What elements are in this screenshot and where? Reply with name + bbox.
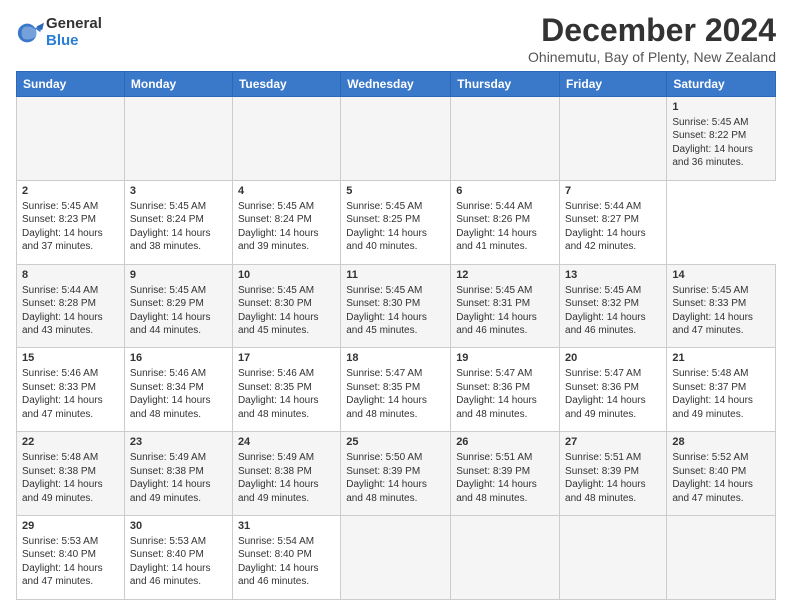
table-row xyxy=(341,516,451,600)
empty-cell xyxy=(451,97,560,181)
table-row xyxy=(451,516,560,600)
table-row: 8Sunrise: 5:44 AMSunset: 8:28 PMDaylight… xyxy=(17,264,125,348)
table-row: 22Sunrise: 5:48 AMSunset: 8:38 PMDayligh… xyxy=(17,432,125,516)
col-friday: Friday xyxy=(560,72,667,97)
header: General Blue December 2024 Ohinemutu, Ba… xyxy=(16,12,776,65)
page: General Blue December 2024 Ohinemutu, Ba… xyxy=(0,0,792,612)
empty-cell xyxy=(232,97,340,181)
subtitle: Ohinemutu, Bay of Plenty, New Zealand xyxy=(528,49,776,65)
table-row: 24Sunrise: 5:49 AMSunset: 8:38 PMDayligh… xyxy=(232,432,340,516)
table-row: 3Sunrise: 5:45 AMSunset: 8:24 PMDaylight… xyxy=(124,180,232,264)
table-row: 6Sunrise: 5:44 AMSunset: 8:26 PMDaylight… xyxy=(451,180,560,264)
table-row: 4Sunrise: 5:45 AMSunset: 8:24 PMDaylight… xyxy=(232,180,340,264)
table-row: 25Sunrise: 5:50 AMSunset: 8:39 PMDayligh… xyxy=(341,432,451,516)
table-row: 9Sunrise: 5:45 AMSunset: 8:29 PMDaylight… xyxy=(124,264,232,348)
table-row: 12Sunrise: 5:45 AMSunset: 8:31 PMDayligh… xyxy=(451,264,560,348)
table-row xyxy=(560,516,667,600)
table-row: 17Sunrise: 5:46 AMSunset: 8:35 PMDayligh… xyxy=(232,348,340,432)
col-wednesday: Wednesday xyxy=(341,72,451,97)
table-row: 10Sunrise: 5:45 AMSunset: 8:30 PMDayligh… xyxy=(232,264,340,348)
calendar-week-2: 2Sunrise: 5:45 AMSunset: 8:23 PMDaylight… xyxy=(17,180,776,264)
calendar-header-row: Sunday Monday Tuesday Wednesday Thursday… xyxy=(17,72,776,97)
table-row xyxy=(667,516,776,600)
table-row: 20Sunrise: 5:47 AMSunset: 8:36 PMDayligh… xyxy=(560,348,667,432)
calendar-week-1: 1Sunrise: 5:45 AMSunset: 8:22 PMDaylight… xyxy=(17,97,776,181)
table-row: 13Sunrise: 5:45 AMSunset: 8:32 PMDayligh… xyxy=(560,264,667,348)
table-row: 5Sunrise: 5:45 AMSunset: 8:25 PMDaylight… xyxy=(341,180,451,264)
logo-text: General Blue xyxy=(46,16,102,49)
calendar-week-3: 8Sunrise: 5:44 AMSunset: 8:28 PMDaylight… xyxy=(17,264,776,348)
col-monday: Monday xyxy=(124,72,232,97)
empty-cell xyxy=(341,97,451,181)
table-row: 7Sunrise: 5:44 AMSunset: 8:27 PMDaylight… xyxy=(560,180,667,264)
table-row: 31Sunrise: 5:54 AMSunset: 8:40 PMDayligh… xyxy=(232,516,340,600)
table-row: 18Sunrise: 5:47 AMSunset: 8:35 PMDayligh… xyxy=(341,348,451,432)
table-row: 27Sunrise: 5:51 AMSunset: 8:39 PMDayligh… xyxy=(560,432,667,516)
table-row: 16Sunrise: 5:46 AMSunset: 8:34 PMDayligh… xyxy=(124,348,232,432)
table-row: 26Sunrise: 5:51 AMSunset: 8:39 PMDayligh… xyxy=(451,432,560,516)
table-row: 2Sunrise: 5:45 AMSunset: 8:23 PMDaylight… xyxy=(17,180,125,264)
logo: General Blue xyxy=(16,16,102,49)
table-row: 21Sunrise: 5:48 AMSunset: 8:37 PMDayligh… xyxy=(667,348,776,432)
table-row: 19Sunrise: 5:47 AMSunset: 8:36 PMDayligh… xyxy=(451,348,560,432)
empty-cell xyxy=(17,97,125,181)
calendar-week-4: 15Sunrise: 5:46 AMSunset: 8:33 PMDayligh… xyxy=(17,348,776,432)
logo-blue: Blue xyxy=(46,33,102,50)
calendar-week-5: 22Sunrise: 5:48 AMSunset: 8:38 PMDayligh… xyxy=(17,432,776,516)
table-row: 29Sunrise: 5:53 AMSunset: 8:40 PMDayligh… xyxy=(17,516,125,600)
table-row: 23Sunrise: 5:49 AMSunset: 8:38 PMDayligh… xyxy=(124,432,232,516)
calendar-week-6: 29Sunrise: 5:53 AMSunset: 8:40 PMDayligh… xyxy=(17,516,776,600)
title-block: December 2024 Ohinemutu, Bay of Plenty, … xyxy=(528,12,776,65)
col-saturday: Saturday xyxy=(667,72,776,97)
empty-cell xyxy=(124,97,232,181)
col-sunday: Sunday xyxy=(17,72,125,97)
table-row: 11Sunrise: 5:45 AMSunset: 8:30 PMDayligh… xyxy=(341,264,451,348)
col-thursday: Thursday xyxy=(451,72,560,97)
col-tuesday: Tuesday xyxy=(232,72,340,97)
logo-general: General xyxy=(46,16,102,33)
calendar: Sunday Monday Tuesday Wednesday Thursday… xyxy=(16,71,776,600)
empty-cell xyxy=(560,97,667,181)
table-row: 30Sunrise: 5:53 AMSunset: 8:40 PMDayligh… xyxy=(124,516,232,600)
main-title: December 2024 xyxy=(528,12,776,49)
table-row: 14Sunrise: 5:45 AMSunset: 8:33 PMDayligh… xyxy=(667,264,776,348)
table-row: 28Sunrise: 5:52 AMSunset: 8:40 PMDayligh… xyxy=(667,432,776,516)
table-row: 1Sunrise: 5:45 AMSunset: 8:22 PMDaylight… xyxy=(667,97,776,181)
logo-icon xyxy=(16,19,44,47)
table-row: 15Sunrise: 5:46 AMSunset: 8:33 PMDayligh… xyxy=(17,348,125,432)
